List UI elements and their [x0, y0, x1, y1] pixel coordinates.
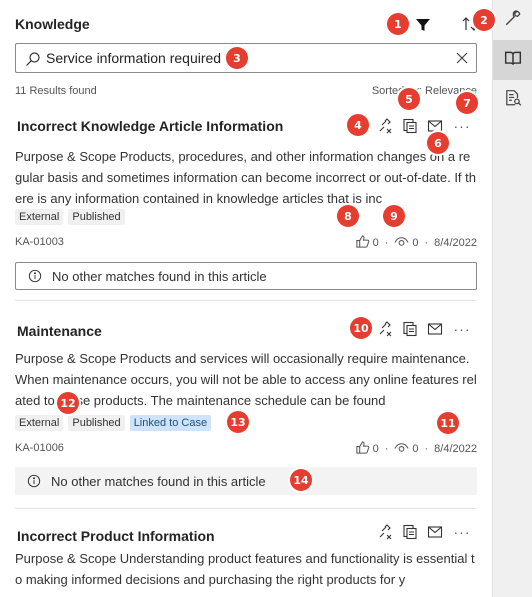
- article-actions: ···: [377, 524, 472, 540]
- annotation-badge: 6: [427, 132, 449, 154]
- link-icon[interactable]: [377, 321, 393, 337]
- views-count: 0: [412, 237, 419, 249]
- article-card[interactable]: Incorrect Product Information ··· Purpos…: [15, 520, 477, 597]
- divider: [15, 508, 477, 509]
- more-options-button[interactable]: ···: [452, 119, 472, 133]
- more-options-button[interactable]: ···: [452, 322, 472, 336]
- link-icon[interactable]: [377, 524, 393, 540]
- tag-published: Published: [68, 415, 125, 431]
- knowledge-button[interactable]: [493, 40, 532, 80]
- no-matches-text: No other matches found in this article: [52, 268, 267, 284]
- article-title[interactable]: Incorrect Product Information: [17, 528, 215, 544]
- annotation-badge: 3: [226, 47, 248, 69]
- likes-count: 0: [372, 237, 379, 249]
- eye-icon: [394, 234, 409, 252]
- document-search-button[interactable]: [493, 80, 532, 120]
- book-icon: [504, 49, 522, 72]
- tag-published: Published: [68, 209, 125, 225]
- results-count: 11 Results found: [15, 85, 97, 97]
- copy-icon[interactable]: [402, 118, 418, 134]
- article-actions: ···: [377, 118, 472, 134]
- no-matches-text: No other matches found in this article: [51, 473, 266, 489]
- article-id: KA-01006: [15, 442, 64, 454]
- eye-icon: [394, 440, 409, 458]
- no-matches-notice: No other matches found in this article: [15, 262, 477, 290]
- thumbs-up-icon[interactable]: [355, 440, 370, 458]
- filter-icon[interactable]: [415, 17, 431, 38]
- article-stats: 0 · 0 · 8/4/2022: [355, 234, 477, 252]
- email-icon[interactable]: [427, 524, 443, 540]
- annotation-badge: 1: [387, 13, 409, 35]
- annotation-badge: 4: [347, 114, 369, 136]
- annotation-badge: 2: [473, 9, 495, 31]
- annotation-badge: 12: [57, 392, 79, 414]
- annotation-badge: 7: [456, 92, 478, 114]
- article-body: Purpose & Scope Products, procedures, an…: [15, 149, 476, 206]
- wrench-icon: [504, 9, 522, 32]
- views-count: 0: [412, 443, 419, 455]
- annotation-badge: 10: [350, 317, 372, 339]
- annotation-badge: 9: [383, 205, 405, 227]
- article-tags: External Published Linked to Case: [15, 415, 212, 431]
- separator-dot: ·: [384, 443, 389, 455]
- copy-icon[interactable]: [402, 524, 418, 540]
- tag-external: External: [15, 415, 64, 431]
- article-date: 8/4/2022: [434, 237, 477, 249]
- tools-button[interactable]: [493, 0, 532, 40]
- separator-dot: ·: [424, 237, 429, 249]
- article-card[interactable]: Maintenance ··· Purpose & Scope Products…: [15, 315, 477, 505]
- separator-dot: ·: [424, 443, 429, 455]
- panel-header: Knowledge: [15, 14, 485, 38]
- knowledge-panel: Knowledge 11 Results found Sorted by: Re…: [0, 0, 492, 597]
- article-body: Purpose & Scope Products and services wi…: [15, 351, 477, 408]
- separator-dot: ·: [384, 237, 389, 249]
- no-matches-notice: No other matches found in this article: [15, 467, 477, 495]
- article-id: KA-01003: [15, 236, 64, 248]
- panel-title: Knowledge: [15, 16, 90, 32]
- annotation-badge: 14: [290, 469, 312, 491]
- article-title[interactable]: Maintenance: [17, 323, 102, 339]
- info-icon: [28, 269, 42, 283]
- article-date: 8/4/2022: [434, 443, 477, 455]
- more-options-button[interactable]: ···: [452, 525, 472, 539]
- tag-external: External: [15, 209, 64, 225]
- article-title[interactable]: Incorrect Knowledge Article Information: [17, 118, 283, 134]
- annotation-badge: 8: [337, 205, 359, 227]
- side-rail: [492, 0, 532, 597]
- search-icon: [25, 51, 41, 72]
- thumbs-up-icon[interactable]: [355, 234, 370, 252]
- annotation-badge: 5: [398, 88, 420, 110]
- info-icon: [27, 474, 41, 488]
- article-tags: External Published: [15, 209, 125, 225]
- link-icon[interactable]: [377, 118, 393, 134]
- copy-icon[interactable]: [402, 321, 418, 337]
- document-search-icon: [504, 89, 522, 112]
- article-actions: ···: [377, 321, 472, 337]
- article-body: Purpose & Scope Understanding product fe…: [15, 551, 475, 587]
- annotation-badge: 13: [227, 411, 249, 433]
- email-icon[interactable]: [427, 321, 443, 337]
- article-card[interactable]: Incorrect Knowledge Article Information …: [15, 110, 477, 300]
- clear-icon[interactable]: [454, 50, 470, 71]
- article-stats: 0 · 0 · 8/4/2022: [355, 440, 477, 458]
- divider: [15, 300, 477, 301]
- likes-count: 0: [372, 443, 379, 455]
- tag-linked-to-case[interactable]: Linked to Case: [129, 415, 212, 431]
- annotation-badge: 11: [437, 412, 459, 434]
